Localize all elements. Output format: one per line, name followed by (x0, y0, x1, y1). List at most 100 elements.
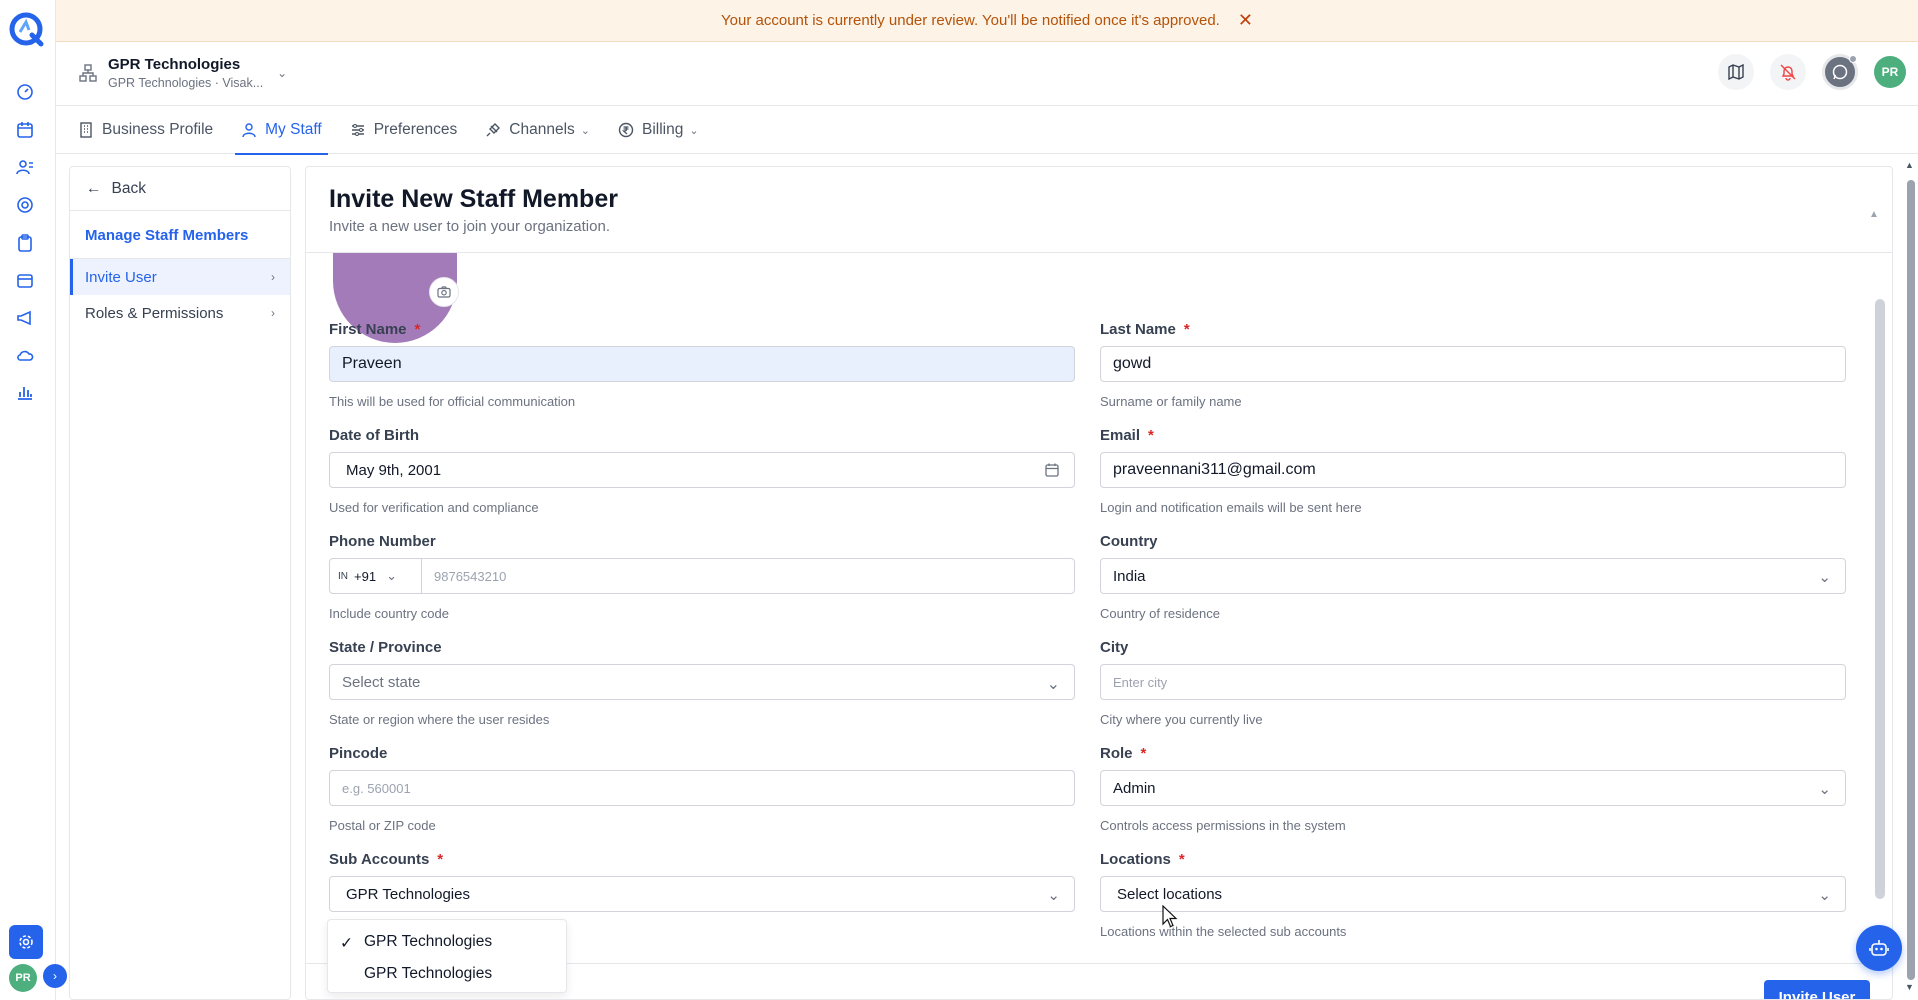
expand-sidebar-button[interactable]: › (43, 964, 67, 988)
dob-input[interactable]: May 9th, 2001 (329, 452, 1075, 488)
field-help: Login and notification emails will be se… (1100, 500, 1362, 515)
page-subtitle: Invite a new user to join your organizat… (329, 218, 610, 235)
first-name-input[interactable]: Praveen (329, 346, 1075, 382)
country-code: +91 (354, 568, 377, 584)
chevron-right-icon: › (53, 969, 57, 983)
country-field: Country India ⌄ Country of residence (1100, 533, 1846, 621)
scroll-up-icon[interactable]: ▲ (1905, 160, 1914, 170)
mouse-cursor-icon (1162, 905, 1178, 928)
field-label: First Name * (329, 321, 421, 338)
field-label: Pincode (329, 745, 388, 762)
invite-panel: Invite New Staff Member Invite a new use… (305, 166, 1893, 1000)
map-button[interactable] (1718, 54, 1754, 90)
last-name-field: Last Name * gowd Surname or family name (1100, 321, 1846, 409)
city-field: City Enter city City where you currently… (1100, 639, 1846, 727)
robot-icon (1869, 940, 1889, 956)
megaphone-icon[interactable] (15, 308, 35, 328)
field-help: State or region where the user resides (329, 712, 550, 727)
target-icon[interactable] (15, 195, 35, 215)
panel-header: Invite New Staff Member Invite a new use… (306, 167, 1892, 253)
dropdown-option[interactable]: ✓ GPR Technologies (328, 926, 566, 958)
tab-channels[interactable]: Channels ⌄ (485, 106, 590, 154)
invite-user-button[interactable]: Invite User (1764, 980, 1870, 999)
field-label: Sub Accounts * (329, 851, 444, 868)
building-icon (80, 122, 92, 138)
clipboard-icon[interactable] (15, 233, 35, 253)
sidenav-item-roles-permissions[interactable]: Roles & Permissions › (70, 295, 290, 331)
page-scrollbar[interactable]: ▲ ▼ (1905, 160, 1915, 992)
field-label: Email * (1100, 427, 1154, 444)
whatsapp-icon (1832, 64, 1848, 80)
last-name-input[interactable]: gowd (1100, 346, 1846, 382)
check-icon: ✓ (340, 935, 353, 952)
app-root: PR › Your account is currently under rev… (0, 0, 1918, 1000)
rupee-icon (618, 122, 634, 138)
settings-button[interactable] (9, 925, 43, 959)
scroll-up-arrow[interactable]: ▲ (1869, 209, 1879, 220)
locations-select[interactable]: Select locations ⌄ (1100, 876, 1846, 912)
pincode-field: Pincode e.g. 560001 Postal or ZIP code (329, 745, 1075, 833)
role-select[interactable]: Admin ⌄ (1100, 770, 1846, 806)
tab-billing[interactable]: Billing ⌄ (618, 106, 699, 154)
banner-message: Your account is currently under review. … (721, 12, 1220, 29)
tab-preferences[interactable]: Preferences (350, 106, 457, 154)
sidenav-item-label: Invite User (85, 268, 157, 286)
field-label: Last Name * (1100, 321, 1190, 338)
bar-chart-icon[interactable] (15, 382, 35, 402)
country-select[interactable]: India ⌄ (1100, 558, 1846, 594)
state-select[interactable]: Select state ⌄ (329, 664, 1075, 700)
notifications-button[interactable] (1770, 54, 1806, 90)
first-name-field: First Name * Praveen This will be used fo… (329, 321, 1075, 409)
phone-number-input[interactable]: 9876543210 (422, 559, 1074, 593)
field-help: Postal or ZIP code (329, 818, 436, 833)
banner-close-icon[interactable]: ✕ (1238, 10, 1253, 31)
pincode-input[interactable]: e.g. 560001 (329, 770, 1075, 806)
tab-label: My Staff (265, 121, 322, 138)
whatsapp-button[interactable] (1822, 54, 1858, 90)
sub-accounts-select[interactable]: GPR Technologies ⌄ (329, 876, 1075, 912)
calendar-icon[interactable] (1044, 462, 1060, 478)
form-scrollbar[interactable] (1875, 299, 1885, 899)
tab-business-profile[interactable]: Business Profile (78, 106, 213, 154)
dashboard-icon[interactable] (15, 82, 35, 102)
plug-icon (486, 123, 501, 137)
phone-field: Phone Number IN +91 ⌄ 9876543210 Include… (329, 533, 1075, 621)
field-help: Country of residence (1100, 606, 1220, 621)
back-button[interactable]: ← Back (70, 167, 290, 211)
back-label: Back (111, 179, 146, 197)
card-icon[interactable] (15, 271, 35, 291)
country-code-select[interactable]: IN +91 ⌄ (330, 559, 422, 593)
user-avatar[interactable]: PR (1874, 56, 1906, 88)
bell-off-icon (1780, 64, 1796, 81)
dropdown-option[interactable]: GPR Technologies (328, 958, 566, 990)
chevron-down-icon: ⌄ (1818, 887, 1831, 904)
tab-my-staff[interactable]: My Staff (235, 106, 328, 155)
org-name: GPR Technologies (108, 56, 241, 73)
sub-accounts-field: Sub Accounts * GPR Technologies ⌄ (329, 851, 1075, 912)
org-switcher[interactable]: GPR Technologies GPR Technologies · Visa… (78, 56, 287, 90)
upload-photo-button[interactable] (429, 277, 459, 307)
field-label: Date of Birth (329, 427, 419, 444)
calendar-icon[interactable] (15, 120, 35, 140)
staff-sidenav: ← Back Manage Staff Members Invite User … (69, 166, 291, 1000)
tab-label: Billing (642, 121, 684, 138)
field-help: This will be used for official communica… (329, 394, 576, 409)
field-help: Used for verification and compliance (329, 500, 539, 515)
sidenav-item-invite-user[interactable]: Invite User › (70, 259, 290, 295)
chevron-down-icon: ⌄ (689, 124, 699, 137)
email-field: Email * praveennani311@gmail.com Login an… (1100, 427, 1846, 515)
field-label: Country (1100, 533, 1158, 550)
page-scroll-thumb[interactable] (1907, 180, 1915, 980)
locations-field: Locations * Select locations ⌄ Locations … (1100, 851, 1846, 939)
contacts-icon[interactable] (15, 157, 35, 177)
email-input[interactable]: praveennani311@gmail.com (1100, 452, 1846, 488)
field-help: Controls access permissions in the syste… (1100, 818, 1346, 833)
scroll-down-icon[interactable]: ▼ (1905, 982, 1914, 992)
page-title: Invite New Staff Member (329, 185, 618, 213)
left-rail: PR › (0, 0, 67, 1000)
cloud-icon[interactable] (15, 345, 35, 365)
user-avatar-rail[interactable]: PR (9, 964, 37, 992)
app-logo-icon[interactable] (7, 10, 45, 48)
chatbot-button[interactable] (1856, 925, 1902, 971)
city-input[interactable]: Enter city (1100, 664, 1846, 700)
